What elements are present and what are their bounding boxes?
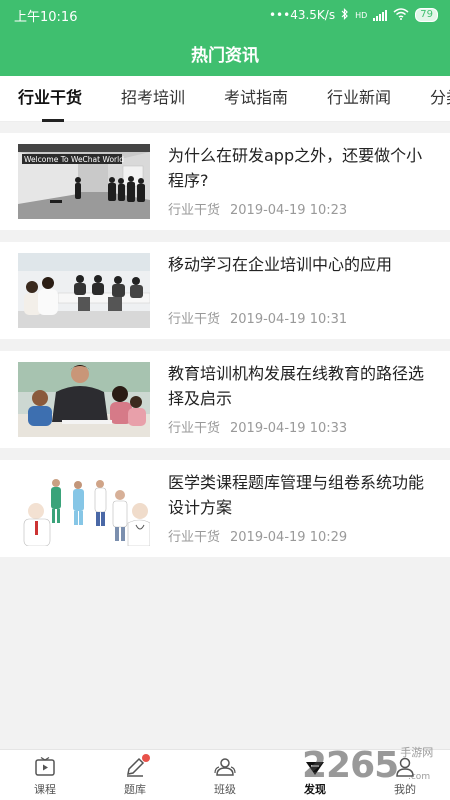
article-card[interactable]: 移动学习在企业培训中心的应用 行业干货 2019-04-19 10:31 bbox=[0, 242, 450, 339]
nav-label: 发现 bbox=[304, 783, 326, 796]
status-bar: 上午10:16 •••43.5K/s HD 79 bbox=[0, 0, 450, 30]
article-meta: 行业干货 2019-04-19 10:29 bbox=[168, 526, 347, 545]
medical-staff-photo bbox=[18, 471, 150, 546]
article-date: 2019-04-19 10:33 bbox=[230, 421, 348, 436]
nav-label: 题库 bbox=[124, 783, 146, 796]
article-meta: 行业干货 2019-04-19 10:23 bbox=[168, 199, 347, 218]
bluetooth-icon bbox=[341, 7, 349, 23]
nav-courses[interactable]: 课程 bbox=[0, 750, 90, 800]
status-time: 上午10:16 bbox=[14, 9, 78, 25]
article-category: 行业干货 bbox=[168, 530, 221, 545]
discover-icon bbox=[304, 756, 326, 778]
group-icon bbox=[214, 756, 236, 778]
nav-classes[interactable]: 班级 bbox=[180, 750, 270, 800]
bottom-navigation: 课程 题库 班级 发现 我的 bbox=[0, 749, 450, 800]
article-category: 行业干货 bbox=[168, 421, 221, 436]
network-speed: •••43.5K/s bbox=[268, 8, 336, 22]
category-tabs: 行业干货 招考培训 考试指南 行业新闻 分类 bbox=[0, 76, 450, 122]
article-date: 2019-04-19 10:29 bbox=[230, 530, 348, 545]
signal-icon bbox=[373, 9, 388, 21]
tab-exam-guide[interactable]: 考试指南 bbox=[224, 76, 288, 121]
article-title: 移动学习在企业培训中心的应用 bbox=[168, 255, 393, 274]
article-title: 教育培训机构发展在线教育的路径选择及启示 bbox=[168, 364, 425, 408]
article-meta: 行业干货 2019-04-19 10:31 bbox=[168, 308, 347, 327]
sign-text: Welcome To WeChat World bbox=[24, 155, 124, 164]
battery-indicator: 79 bbox=[415, 8, 438, 22]
app-header: 热门资讯 bbox=[0, 30, 450, 76]
play-video-icon bbox=[34, 756, 56, 778]
nav-label: 课程 bbox=[34, 783, 56, 796]
pencil-icon bbox=[124, 754, 150, 778]
nav-question-bank[interactable]: 题库 bbox=[90, 750, 180, 800]
tab-industry-tips[interactable]: 行业干货 bbox=[18, 76, 82, 121]
nav-label: 我的 bbox=[394, 783, 416, 796]
network-type-label: HD bbox=[355, 10, 368, 20]
tab-industry-news[interactable]: 行业新闻 bbox=[327, 76, 391, 121]
nav-profile[interactable]: 我的 bbox=[360, 750, 450, 800]
article-date: 2019-04-19 10:23 bbox=[230, 203, 348, 218]
article-category: 行业干货 bbox=[168, 312, 221, 327]
article-thumbnail bbox=[18, 362, 150, 437]
article-title: 医学类课程题库管理与组卷系统功能设计方案 bbox=[168, 473, 425, 517]
nav-discover[interactable]: 发现 bbox=[270, 750, 360, 800]
conference-photo: Welcome To WeChat World bbox=[18, 144, 150, 219]
article-thumbnail bbox=[18, 471, 150, 546]
tab-classification[interactable]: 分类 bbox=[430, 76, 450, 121]
article-thumbnail bbox=[18, 253, 150, 328]
article-title: 为什么在研发app之外，还要做个小程序? bbox=[168, 146, 423, 190]
article-date: 2019-04-19 10:31 bbox=[230, 312, 348, 327]
wifi-icon bbox=[393, 7, 409, 23]
status-icons: •••43.5K/s HD 79 bbox=[268, 7, 438, 23]
user-icon bbox=[394, 756, 416, 778]
article-thumbnail: Welcome To WeChat World bbox=[18, 144, 150, 219]
page-title: 热门资讯 bbox=[191, 45, 259, 66]
office-training-photo bbox=[18, 253, 150, 328]
article-category: 行业干货 bbox=[168, 203, 221, 218]
article-card[interactable]: 教育培训机构发展在线教育的路径选择及启示 行业干货 2019-04-19 10:3… bbox=[0, 351, 450, 448]
notification-dot bbox=[142, 754, 150, 762]
tab-recruitment-training[interactable]: 招考培训 bbox=[121, 76, 185, 121]
nav-label: 班级 bbox=[214, 783, 236, 796]
teacher-children-photo bbox=[18, 362, 150, 437]
active-tab-indicator bbox=[42, 119, 64, 122]
article-meta: 行业干货 2019-04-19 10:33 bbox=[168, 417, 347, 436]
article-card[interactable]: 医学类课程题库管理与组卷系统功能设计方案 行业干货 2019-04-19 10:2… bbox=[0, 460, 450, 557]
article-card[interactable]: Welcome To WeChat World 为什么在研发app之外，还要做个… bbox=[0, 133, 450, 230]
